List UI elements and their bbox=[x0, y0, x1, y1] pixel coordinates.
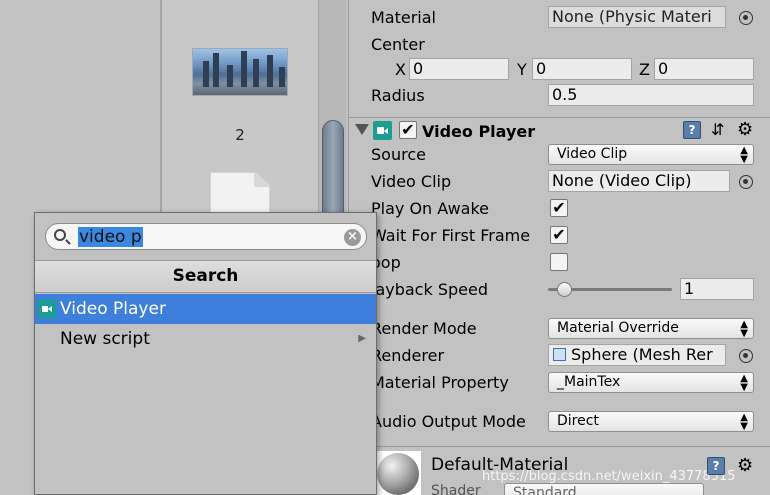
component-title: Video Player bbox=[422, 122, 536, 141]
video-player-component-header[interactable]: ✔ Video Player ? ⇵ ⚙ bbox=[349, 117, 770, 144]
component-enabled-checkbox[interactable]: ✔ bbox=[399, 121, 417, 139]
gear-icon[interactable]: ⚙ bbox=[737, 457, 753, 475]
dropdown-arrows-icon: ▲ ▼ bbox=[740, 145, 748, 165]
inspector-panel: Material None (Physic Materi Center X 0 … bbox=[348, 0, 770, 495]
center-x-field[interactable]: 0 bbox=[409, 58, 509, 80]
submenu-arrow-icon: ▶ bbox=[358, 333, 366, 344]
render-mode-label: Render Mode bbox=[371, 319, 477, 338]
shader-dropdown-value: Standard bbox=[513, 485, 577, 495]
x-label: X bbox=[395, 60, 406, 79]
render-mode-dropdown[interactable]: Material Override ▲ ▼ bbox=[548, 318, 754, 339]
watermark-text: https://blog.csdn.net/weixin_43778515 bbox=[482, 469, 736, 484]
search-icon bbox=[54, 229, 66, 241]
playback-speed-field[interactable]: 1 bbox=[680, 278, 754, 300]
help-book-icon[interactable]: ? bbox=[707, 457, 725, 475]
play-on-awake-label: Play On Awake bbox=[371, 199, 489, 218]
physic-material-field[interactable]: None (Physic Materi bbox=[548, 6, 726, 28]
material-preview-sphere bbox=[377, 453, 419, 495]
foldout-arrow-icon[interactable] bbox=[355, 124, 369, 135]
radius-field[interactable]: 0.5 bbox=[548, 84, 754, 106]
render-mode-row: Render Mode Material Override ▲ ▼ bbox=[349, 315, 770, 342]
file-asset-thumbnail[interactable] bbox=[210, 172, 270, 216]
center-xyz-row: X 0 Y 0 Z 0 bbox=[349, 56, 770, 83]
radius-row: Radius 0.5 bbox=[349, 82, 770, 109]
material-property-dropdown-value: _MainTex bbox=[557, 374, 621, 390]
dropdown-arrows-icon: ▲ ▼ bbox=[740, 373, 748, 393]
center-label: Center bbox=[371, 35, 425, 54]
video-clip-field[interactable]: None (Video Clip) bbox=[548, 170, 730, 192]
center-row: Center bbox=[349, 31, 770, 58]
help-book-icon[interactable]: ? bbox=[683, 121, 701, 139]
dropdown-arrows-icon: ▲ ▼ bbox=[740, 319, 748, 339]
loop-row: oop bbox=[349, 249, 770, 276]
audio-output-row: Audio Output Mode Direct ▲ ▼ bbox=[349, 408, 770, 435]
material-property-label: Material Property bbox=[371, 373, 509, 392]
shader-dropdown[interactable]: Standard bbox=[504, 483, 704, 495]
preset-sliders-icon[interactable]: ⇵ bbox=[711, 121, 729, 139]
source-row: Source Video Clip ▲ ▼ bbox=[349, 141, 770, 168]
clear-search-icon[interactable]: × bbox=[344, 229, 361, 246]
material-property-row: Material Property _MainTex ▲ ▼ bbox=[349, 369, 770, 396]
asset-label: 2 bbox=[235, 126, 245, 144]
video-player-icon bbox=[373, 121, 392, 140]
playback-speed-slider-knob[interactable] bbox=[557, 282, 572, 297]
renderer-label: Renderer bbox=[371, 346, 445, 365]
renderer-row: Renderer Sphere (Mesh Rer bbox=[349, 342, 770, 369]
gear-icon[interactable]: ⚙ bbox=[737, 121, 755, 139]
play-on-awake-checkbox[interactable]: ✔ bbox=[550, 199, 568, 217]
popup-item-label: Video Player bbox=[60, 299, 166, 319]
shader-label: Shader bbox=[431, 483, 481, 495]
object-picker-icon[interactable] bbox=[739, 349, 753, 363]
material-property-dropdown[interactable]: _MainTex ▲ ▼ bbox=[548, 372, 754, 393]
material-label: Material bbox=[371, 8, 436, 27]
loop-checkbox[interactable] bbox=[550, 253, 568, 271]
center-y-field[interactable]: 0 bbox=[532, 58, 632, 80]
source-dropdown-value: Video Clip bbox=[557, 146, 628, 162]
center-z-field[interactable]: 0 bbox=[654, 58, 754, 80]
playback-speed-row: layback Speed 1 bbox=[349, 276, 770, 303]
material-row: Material None (Physic Materi bbox=[349, 4, 770, 31]
y-label: Y bbox=[517, 60, 527, 79]
object-picker-icon[interactable] bbox=[739, 11, 753, 25]
wait-first-frame-checkbox[interactable]: ✔ bbox=[550, 226, 568, 244]
popup-item-new-script[interactable]: New script ▶ bbox=[35, 324, 376, 354]
video-clip-label: Video Clip bbox=[371, 172, 452, 191]
audio-output-dropdown[interactable]: Direct ▲ ▼ bbox=[548, 411, 754, 432]
renderer-field-value: Sphere (Mesh Rer bbox=[571, 345, 713, 364]
component-search-input[interactable]: video p × bbox=[45, 223, 367, 250]
video-clip-row: Video Clip None (Video Clip) bbox=[349, 168, 770, 195]
playback-speed-label: layback Speed bbox=[371, 280, 488, 299]
source-label: Source bbox=[371, 145, 426, 164]
popup-header: Search bbox=[35, 260, 376, 293]
render-mode-dropdown-value: Material Override bbox=[557, 320, 679, 336]
renderer-field[interactable]: Sphere (Mesh Rer bbox=[548, 344, 726, 366]
radius-label: Radius bbox=[371, 86, 425, 105]
add-component-popup: video p × Search Video Player New script… bbox=[34, 212, 377, 495]
object-picker-icon[interactable] bbox=[739, 175, 753, 189]
search-input-text[interactable]: video p bbox=[78, 227, 143, 247]
wait-first-frame-row: Wait For First Frame ✔ bbox=[349, 222, 770, 249]
popup-item-video-player[interactable]: Video Player bbox=[35, 294, 376, 324]
source-dropdown[interactable]: Video Clip ▲ ▼ bbox=[548, 144, 754, 165]
mesh-renderer-icon bbox=[553, 348, 566, 361]
dropdown-arrows-icon: ▲ ▼ bbox=[740, 412, 748, 432]
popup-item-label: New script bbox=[60, 329, 150, 349]
audio-output-dropdown-value: Direct bbox=[557, 413, 599, 429]
video-player-icon bbox=[38, 300, 56, 318]
wait-first-frame-label: Wait For First Frame bbox=[371, 226, 531, 245]
audio-output-label: Audio Output Mode bbox=[371, 412, 526, 431]
default-material-section: Default-Material https://blog.csdn.net/w… bbox=[349, 446, 770, 495]
z-label: Z bbox=[639, 60, 650, 79]
play-on-awake-row: Play On Awake ✔ bbox=[349, 195, 770, 222]
panorama-texture-thumbnail[interactable] bbox=[192, 48, 288, 96]
